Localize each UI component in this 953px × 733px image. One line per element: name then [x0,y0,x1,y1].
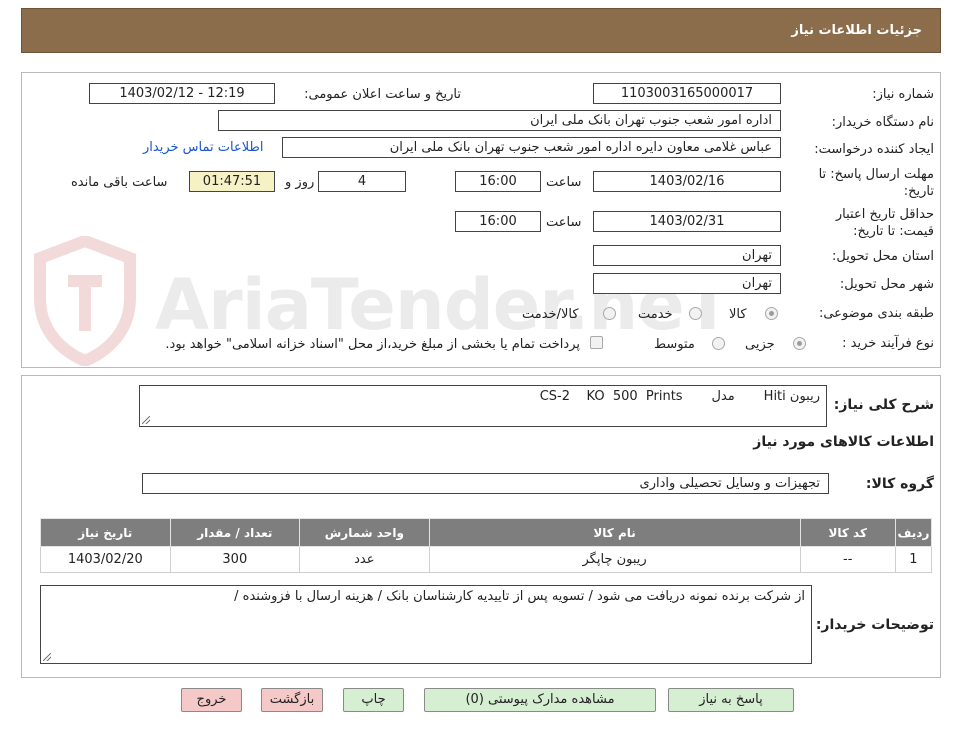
goods-group-field: تجهیزات و وسایل تحصیلی واداری [142,473,829,494]
announce-datetime-field: 1403/02/12 - 12:19 [89,83,275,104]
cell-qty: 300 [169,546,301,573]
remaining-label: ساعت باقی مانده [71,175,168,190]
print-button[interactable]: چاپ [343,688,404,712]
attachments-button[interactable]: مشاهده مدارک پیوستی (0) [424,688,656,712]
process-partial-label: جزیی [745,337,775,352]
category-goods-service-label: کالا/خدمت [522,307,579,322]
validity-time-label: ساعت [546,215,582,230]
validity-date-field: 1403/02/31 [593,211,781,232]
province-label: استان محل تحویل: [832,249,934,264]
general-desc-label: شرح کلی نیاز: [833,397,934,413]
category-label: طبقه بندی موضوعی: [818,306,934,321]
resize-grip-icon[interactable] [142,416,150,424]
buyer-org-field: اداره امور شعب جنوب تهران بانک ملی ایران [218,110,781,131]
general-desc-text: ریبون Hiti مدل CS-2 KO 500 Prints [539,389,820,404]
buyer-notes-text: از شرکت برنده نمونه دریافت می شود / تسوی… [234,589,805,604]
category-goods-label: کالا [729,307,747,322]
process-type-label: نوع فرآیند خرید : [842,336,934,351]
col-code-header: کد کالا [799,518,896,547]
process-partial-radio[interactable] [793,337,806,350]
reply-deadline-label: مهلت ارسال پاسخ: تا تاریخ: [818,167,934,199]
treasury-checkbox[interactable] [590,336,603,349]
goods-table: ردیف کد کالا نام کالا واحد شمارش تعداد /… [40,518,933,573]
need-number-label: شماره نیاز: [872,87,934,102]
buyer-org-label: نام دستگاه خریدار: [831,115,934,130]
category-service-radio[interactable] [689,307,702,320]
buyer-contact-link[interactable]: اطلاعات تماس خریدار [143,140,263,155]
days-label: روز و [285,175,315,190]
category-goods-radio[interactable] [765,307,778,320]
city-field: تهران [593,273,781,294]
cell-unit: عدد [299,546,430,573]
need-number-field: 1103003165000017 [593,83,781,104]
cell-name: ریبون چاپگر [428,546,801,573]
col-unit-header: واحد شمارش [299,518,430,547]
page-title: جزئیات اطلاعات نیاز [791,23,922,38]
goods-group-label: گروه کالا: [865,476,934,492]
page-header: جزئیات اطلاعات نیاز [21,8,941,53]
cell-row: 1 [894,546,933,573]
back-button[interactable]: بازگشت [261,688,323,712]
col-row-header: ردیف [894,518,933,547]
col-date-header: تاریخ نیاز [40,518,171,547]
treasury-note: پرداخت تمام یا بخشی از مبلغ خرید،از محل … [165,337,580,352]
cell-date: 1403/02/20 [40,546,171,573]
buyer-notes-field: از شرکت برنده نمونه دریافت می شود / تسوی… [40,585,812,664]
process-medium-label: متوسط [654,337,695,352]
exit-button[interactable]: خروج [181,688,242,712]
reply-date-field: 1403/02/16 [593,171,781,192]
goods-info-heading: اطلاعات کالاهای مورد نیاز [753,434,934,450]
requester-field: عباس غلامی معاون دایره اداره امور شعب جن… [282,137,781,158]
col-name-header: نام کالا [428,518,801,547]
cell-code: -- [799,546,896,573]
validity-time-field: 16:00 [455,211,541,232]
resize-grip-icon[interactable] [43,653,51,661]
table-row: 1 -- ریبون چاپگر عدد 300 1403/02/20 [40,546,933,573]
city-label: شهر محل تحویل: [839,277,934,292]
category-service-label: خدمت [638,307,673,322]
reply-time-field: 16:00 [455,171,541,192]
remaining-time-field: 01:47:51 [189,171,275,192]
province-field: تهران [593,245,781,266]
reply-time-label: ساعت [546,175,582,190]
reply-button[interactable]: پاسخ به نیاز [668,688,794,712]
buyer-notes-label: توضیحات خریدار: [815,617,934,633]
process-medium-radio[interactable] [712,337,725,350]
col-qty-header: تعداد / مقدار [169,518,301,547]
general-desc-field: ریبون Hiti مدل CS-2 KO 500 Prints [139,385,827,427]
announce-datetime-label: تاریخ و ساعت اعلان عمومی: [304,87,461,102]
table-header-row: ردیف کد کالا نام کالا واحد شمارش تعداد /… [40,518,933,547]
days-field: 4 [318,171,406,192]
price-validity-label: حداقل تاریخ اعتبار قیمت: تا تاریخ: [835,207,934,239]
requester-label: ایجاد کننده درخواست: [814,142,934,157]
category-goods-service-radio[interactable] [603,307,616,320]
